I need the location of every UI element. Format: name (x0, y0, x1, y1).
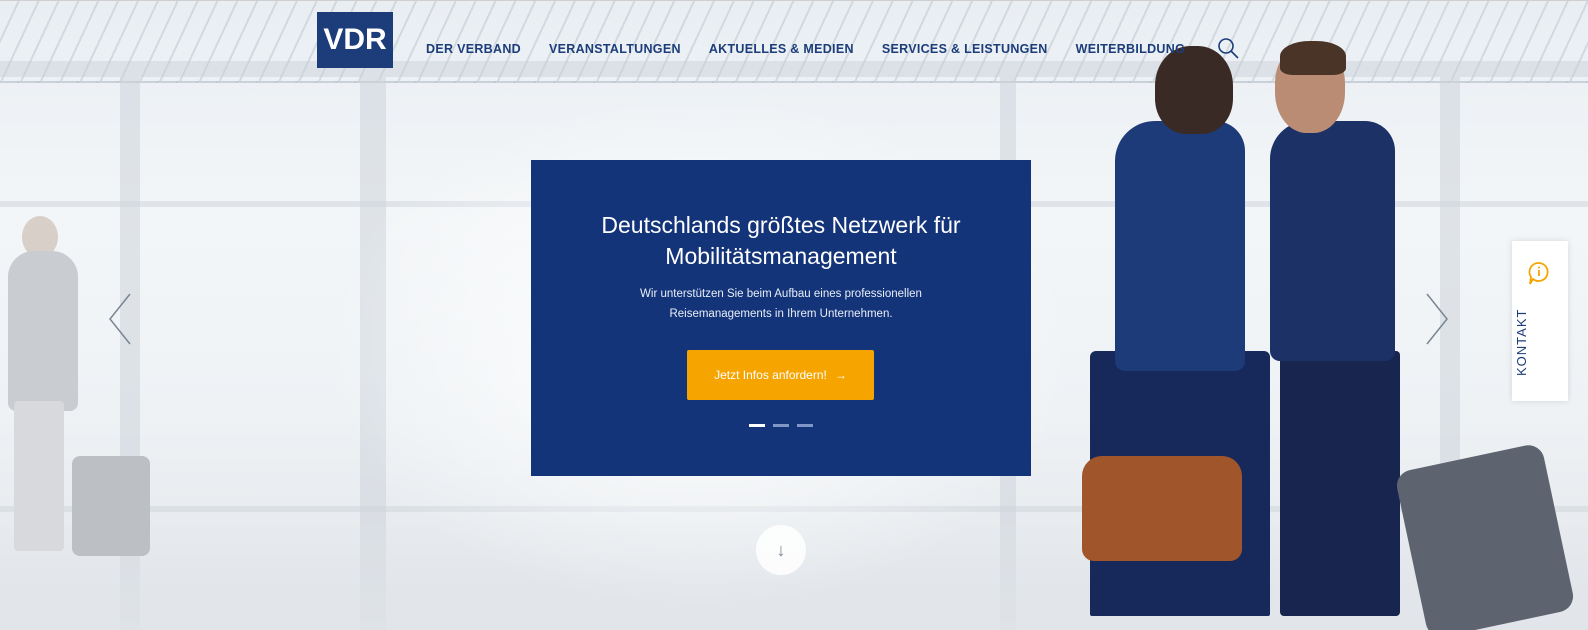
chat-info-icon (1528, 262, 1549, 285)
cta-label: Jetzt Infos anfordern! (714, 368, 827, 382)
carousel-dot-2[interactable] (773, 424, 789, 427)
businesswoman (1115, 121, 1245, 371)
hero-title-line1: Deutschlands größtes Netzwerk für (601, 212, 961, 238)
hero-subtitle: Wir unterstützen Sie beim Aufbau eines p… (591, 284, 971, 324)
site-header: VDR DER VERBAND VERANSTALTUNGEN AKTUELLE… (0, 1, 1588, 81)
traveler-left-legs (14, 401, 64, 551)
scroll-down-button[interactable]: ↓ (756, 525, 806, 575)
businessman (1270, 121, 1395, 361)
leather-handbag (1082, 456, 1242, 561)
chevron-left-icon (109, 293, 131, 345)
nav-weiterbildung[interactable]: WEITERBILDUNG (1076, 42, 1185, 56)
carousel-indicators (531, 424, 1031, 427)
page: VDR DER VERBAND VERANSTALTUNGEN AKTUELLE… (0, 0, 1588, 630)
suitcase-right (1393, 442, 1577, 630)
contact-tab-label: KONTAKT (1514, 308, 1529, 376)
contact-tab[interactable]: KONTAKT (1512, 241, 1568, 401)
traveler-left (8, 251, 78, 411)
search-icon[interactable] (1217, 37, 1241, 61)
nav-veranstaltungen[interactable]: VERANSTALTUNGEN (549, 42, 681, 56)
arrow-down-icon: ↓ (776, 539, 786, 560)
chevron-right-icon (1426, 293, 1448, 345)
hero-title-line2: Mobilitätsmanagement (665, 243, 897, 269)
carousel-dot-1[interactable] (749, 424, 765, 427)
carousel-next-button[interactable] (1422, 289, 1452, 349)
main-navigation: DER VERBAND VERANSTALTUNGEN AKTUELLES & … (426, 42, 1213, 56)
hero-teaser-box: Deutschlands größtes Netzwerk für Mobili… (531, 160, 1031, 476)
hero-subtitle-line1: Wir unterstützen Sie beim Aufbau eines p… (640, 288, 922, 300)
request-info-button[interactable]: Jetzt Infos anfordern! → (687, 350, 874, 400)
suitcase-left (72, 456, 150, 556)
vdr-logo[interactable]: VDR (317, 12, 393, 68)
hero-title: Deutschlands größtes Netzwerk für Mobili… (531, 210, 1031, 272)
carousel-prev-button[interactable] (105, 289, 135, 349)
hero-subtitle-line2: Reisemanagements in Ihrem Unternehmen. (669, 308, 893, 320)
carousel-dot-3[interactable] (797, 424, 813, 427)
nav-aktuelles-medien[interactable]: AKTUELLES & MEDIEN (709, 42, 854, 56)
arrow-right-icon: → (834, 368, 847, 382)
businessman-legs (1280, 351, 1400, 616)
nav-der-verband[interactable]: DER VERBAND (426, 42, 521, 56)
nav-services-leistungen[interactable]: SERVICES & LEISTUNGEN (882, 42, 1048, 56)
